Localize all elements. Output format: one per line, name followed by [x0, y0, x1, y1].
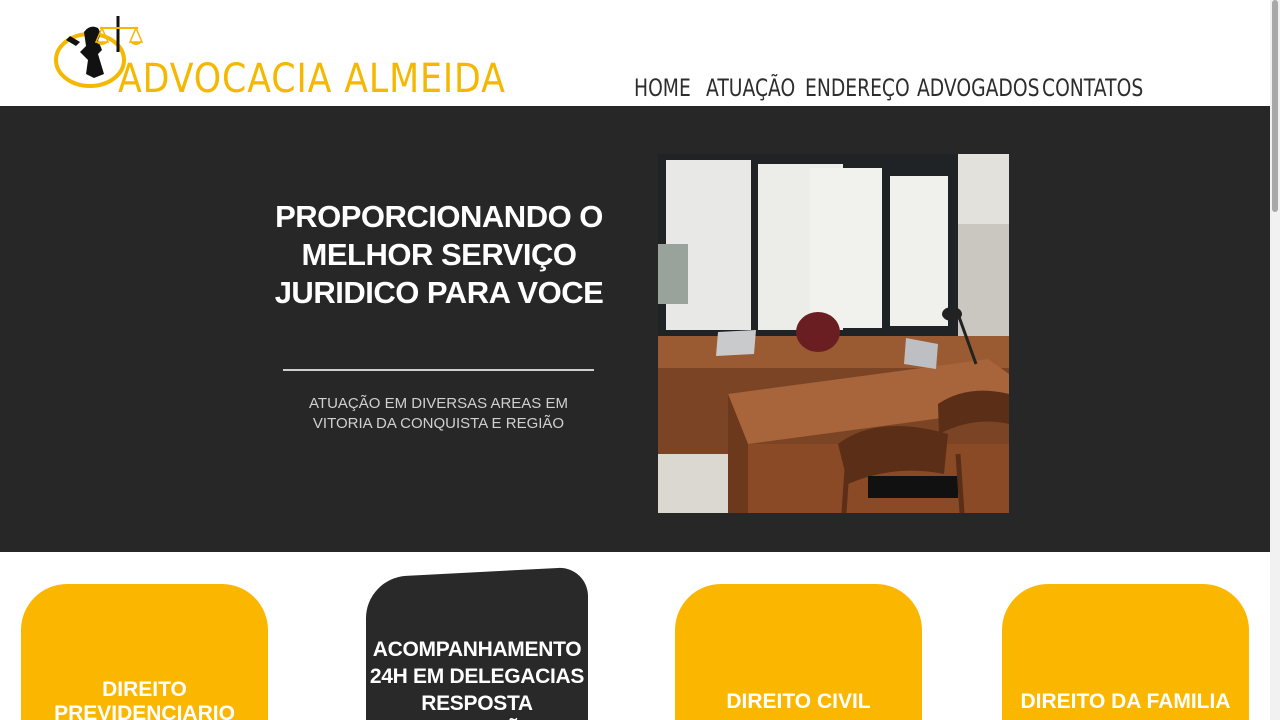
nav-link-endereco[interactable]: ENDEREÇO [805, 74, 910, 102]
main-nav: HOME ATUAÇÃO ENDEREÇO ADVOGADOS CONTATOS [634, 74, 1143, 104]
hero-divider [283, 369, 594, 371]
nav-item-contatos[interactable]: CONTATOS [1042, 74, 1143, 104]
nav-item-atuacao[interactable]: ATUAÇÃO [706, 74, 805, 104]
nav-link-atuacao[interactable]: ATUAÇÃO [706, 74, 795, 102]
site-header: ADVOCACIA ALMEIDA HOME ATUAÇÃO ENDEREÇO … [0, 0, 1270, 106]
service-card-label: DIREITO PREVIDENCIARIO [54, 678, 235, 720]
scrollbar-thumb[interactable] [1272, 0, 1278, 212]
nav-item-endereco[interactable]: ENDEREÇO [805, 74, 917, 104]
office-photo [658, 154, 1009, 513]
service-card-civil[interactable]: DIREITO CIVIL [675, 584, 922, 720]
service-card-delegacias[interactable]: ACOMPANHAMENTO 24H EM DELEGACIAS RESPOST… [366, 566, 588, 720]
nav-link-advogados[interactable]: ADVOGADOS [917, 74, 1039, 102]
nav-link-home[interactable]: HOME [634, 74, 691, 102]
nav-item-advogados[interactable]: ADVOGADOS [917, 74, 1042, 104]
service-card-familia[interactable]: DIREITO DA FAMILIA [1002, 584, 1249, 720]
service-card-previdenciario[interactable]: DIREITO PREVIDENCIARIO [21, 584, 268, 720]
page-scrollbar[interactable] [1270, 0, 1280, 720]
service-card-label: ACOMPANHAMENTO 24H EM DELEGACIAS RESPOST… [369, 638, 585, 720]
hero-subtitle: ATUAÇÃO EM DIVERSAS AREAS EM VITORIA DA … [309, 395, 568, 432]
service-card-label: DIREITO CIVIL [726, 690, 871, 713]
service-card-label: DIREITO DA FAMILIA [1020, 690, 1231, 713]
office-illustration [658, 154, 1009, 513]
brand-logo[interactable]: ADVOCACIA ALMEIDA [54, 12, 505, 104]
nav-item-home[interactable]: HOME [634, 74, 706, 104]
hero-title: PROPORCIONANDO O MELHOR SERVIÇO JURIDICO… [274, 199, 604, 310]
brand-name: ADVOCACIA ALMEIDA [118, 56, 506, 102]
nav-link-contatos[interactable]: CONTATOS [1042, 74, 1143, 102]
hero-section: PROPORCIONANDO O MELHOR SERVIÇO JURIDICO… [0, 106, 1270, 552]
